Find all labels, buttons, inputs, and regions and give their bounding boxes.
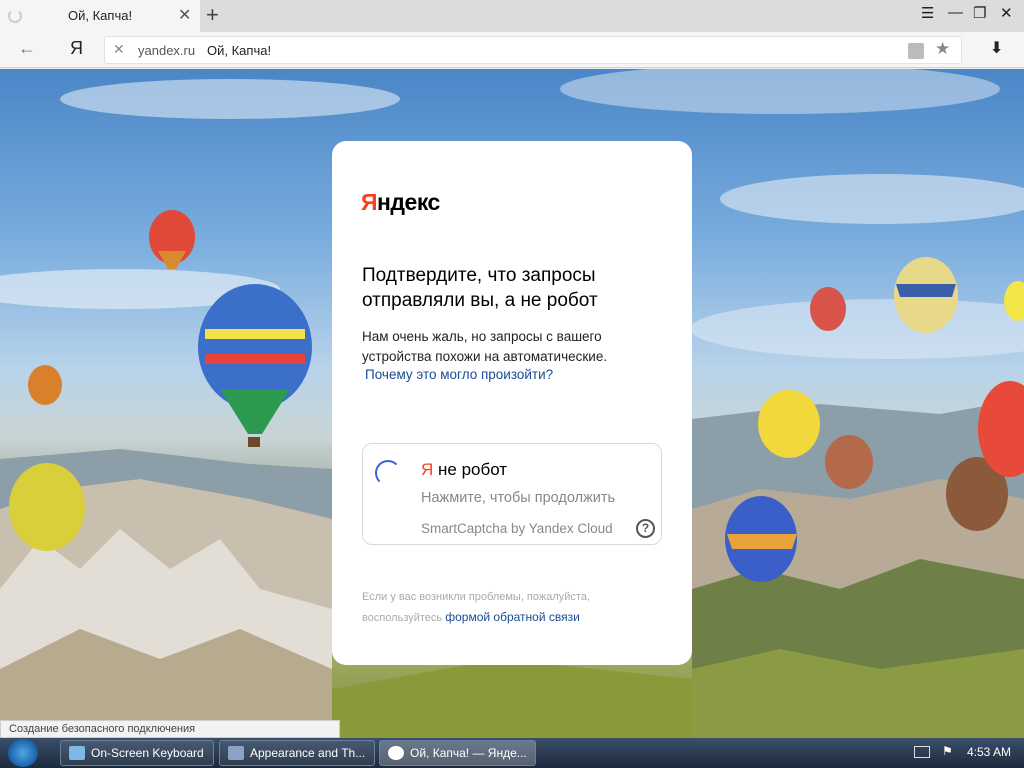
- bookmark-star-icon[interactable]: ★: [935, 39, 950, 59]
- feedback-link[interactable]: формой обратной связи: [445, 610, 580, 624]
- taskbar-item-yandex-browser[interactable]: Ой, Капча! — Янде...: [379, 740, 536, 766]
- close-window-button[interactable]: ✕: [1000, 4, 1013, 22]
- captcha-card: Яндекс Подтвердите, что запросы отправля…: [332, 141, 692, 665]
- control-panel-icon: [228, 746, 244, 760]
- tab-bar: Ой, Капча! ✕ + ☰ — ❐ ✕: [0, 0, 1024, 32]
- feedback-text: Если у вас возникли проблемы, пожалуйста…: [362, 591, 591, 624]
- why-link[interactable]: Почему это могло произойти?: [365, 367, 553, 382]
- flag-tray-icon[interactable]: ⚑: [942, 744, 953, 758]
- smartcaptcha-widget[interactable]: Я не робот Нажмите, чтобы продолжить Sma…: [362, 443, 662, 545]
- yandex-browser-icon: [388, 746, 404, 760]
- minimize-button[interactable]: —: [948, 4, 963, 21]
- start-button[interactable]: [8, 739, 38, 767]
- captcha-heading: Подтвердите, что запросы отправляли вы, …: [362, 265, 598, 311]
- taskbar-item-appearance[interactable]: Appearance and Th...: [219, 740, 375, 766]
- back-button[interactable]: ←: [18, 38, 36, 59]
- taskbar-item-on-screen-keyboard[interactable]: On-Screen Keyboard: [60, 740, 214, 766]
- address-page-title: Ой, Капча!: [207, 43, 272, 58]
- taskbar: On-Screen Keyboard Appearance and Th... …: [0, 738, 1024, 768]
- captcha-description: Нам очень жаль, но запросы с вашего устр…: [362, 329, 608, 364]
- tab-title: Ой, Капча!: [68, 8, 133, 23]
- reader-mode-icon[interactable]: [908, 43, 924, 59]
- browser-tab[interactable]: Ой, Капча! ✕: [0, 0, 200, 32]
- new-tab-button[interactable]: +: [206, 2, 219, 28]
- captcha-loading-spinner-icon: [375, 460, 401, 486]
- tab-close-icon[interactable]: ✕: [178, 5, 191, 25]
- yandex-logo: Яндекс: [361, 189, 440, 215]
- restore-button[interactable]: ❐: [973, 4, 986, 22]
- stop-loading-icon[interactable]: ✕: [113, 41, 125, 58]
- address-input[interactable]: ✕ yandex.ru Ой, Капча! ★: [104, 36, 962, 64]
- keyboard-tray-icon[interactable]: [914, 746, 930, 758]
- yandex-button[interactable]: Я: [70, 38, 83, 59]
- captcha-hint: Нажмите, чтобы продолжить: [421, 490, 616, 506]
- captcha-brand: SmartCaptcha by Yandex Cloud: [421, 521, 613, 536]
- address-bar-row: ← Я ✕ yandex.ru Ой, Капча! ★ ⬇: [0, 32, 1024, 101]
- downloads-icon[interactable]: ⬇: [990, 38, 1003, 58]
- clock[interactable]: 4:53 AM: [967, 745, 1011, 759]
- status-bar: Создание безопасного подключения: [0, 720, 340, 738]
- menu-icon[interactable]: ☰: [921, 4, 934, 22]
- captcha-checkbox-label[interactable]: Я не робот: [421, 460, 507, 480]
- keyboard-icon: [69, 746, 85, 760]
- address-domain: yandex.ru: [138, 43, 196, 58]
- help-icon[interactable]: ?: [636, 519, 655, 538]
- tab-loading-spinner-icon: [8, 9, 22, 23]
